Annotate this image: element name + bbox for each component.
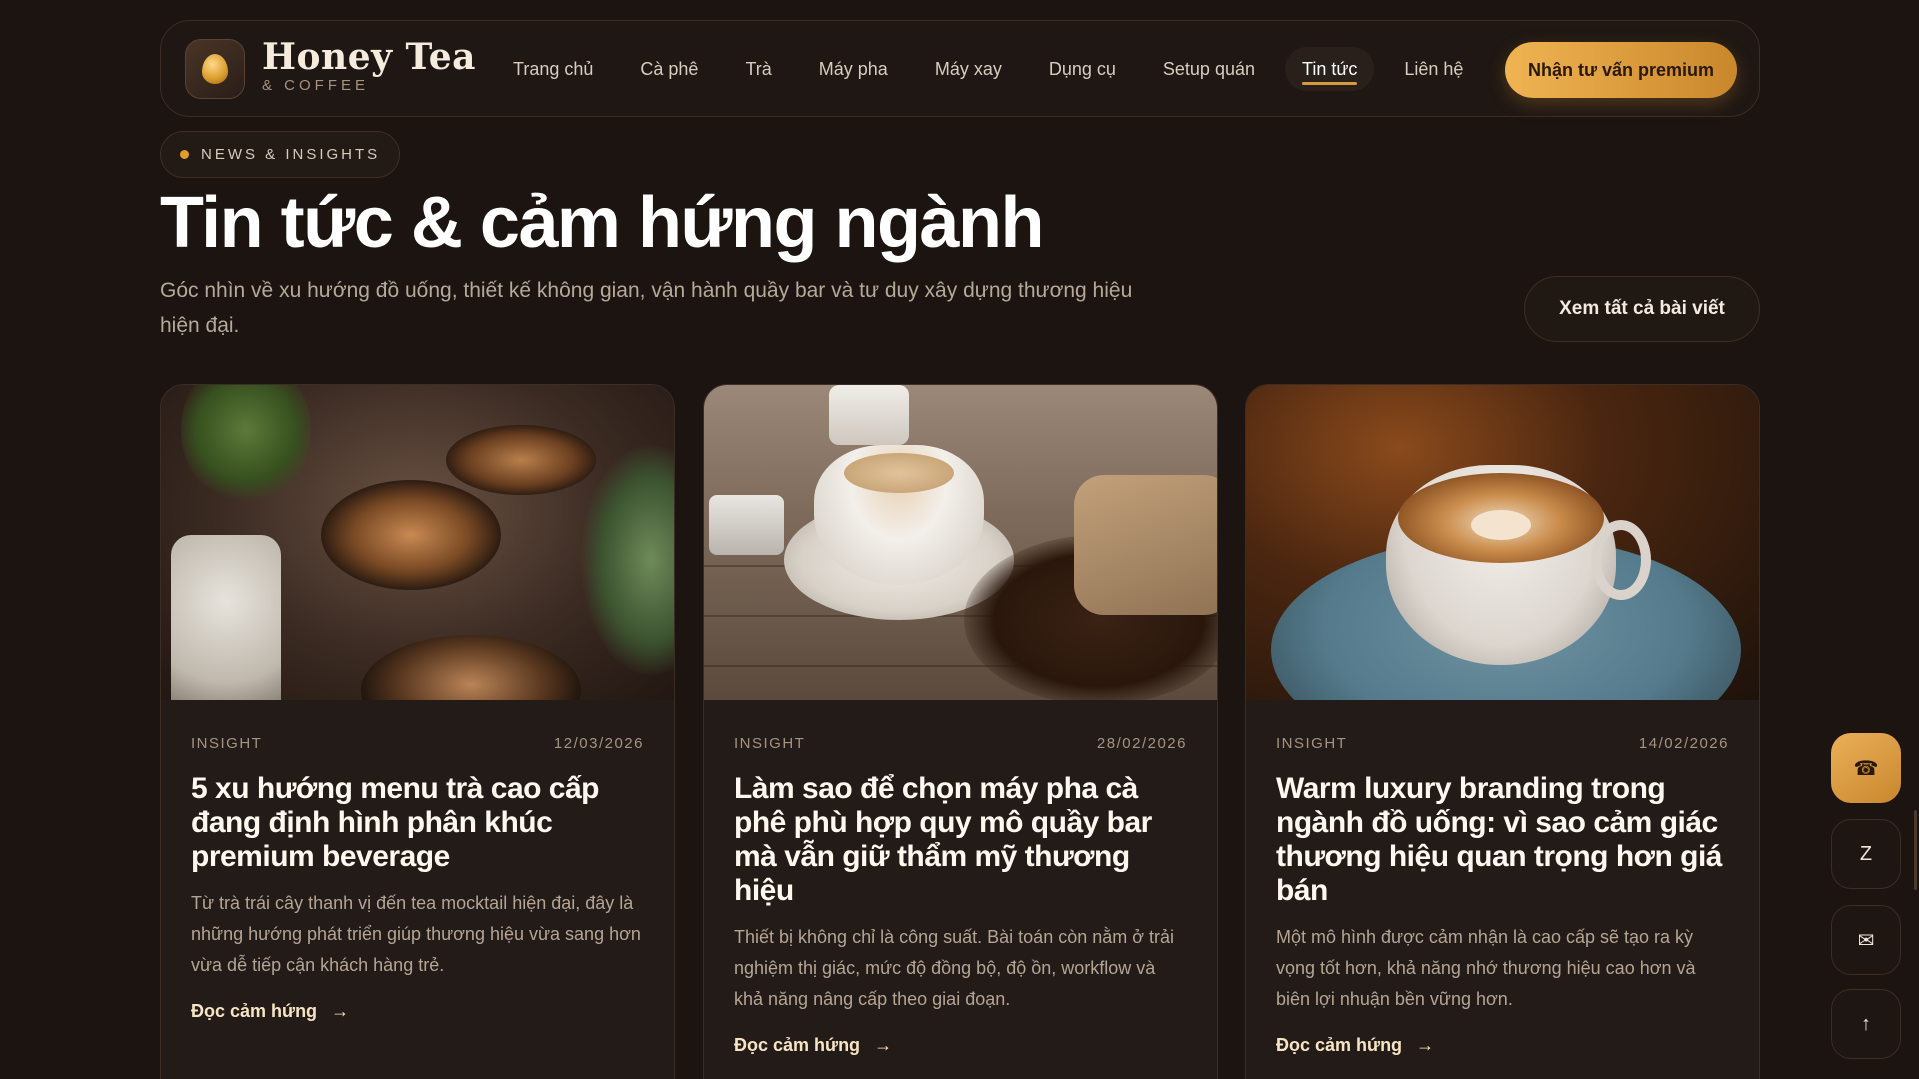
read-more-label: Đọc cảm hứng xyxy=(1276,1035,1403,1055)
pill-dot-icon xyxy=(180,150,189,159)
mail-icon: ✉ xyxy=(1857,929,1875,952)
article-category: INSIGHT xyxy=(734,735,806,752)
phone-button[interactable]: ☎ xyxy=(1831,733,1901,803)
nav-item-trang-chu[interactable]: Trang chủ xyxy=(496,47,610,91)
premium-consult-button[interactable]: Nhận tư vấn premium xyxy=(1505,42,1737,98)
nav-item-setup-quan[interactable]: Setup quán xyxy=(1146,47,1272,91)
scrollbar[interactable] xyxy=(1914,810,1917,890)
coffee-beans-photo[interactable] xyxy=(704,385,1217,700)
cappuccino-photo[interactable] xyxy=(1246,385,1759,700)
brand[interactable]: Honey Tea & COFFEE xyxy=(262,37,476,94)
arrow-right-icon: → xyxy=(874,1035,893,1055)
read-more-label: Đọc cảm hứng xyxy=(191,1001,318,1021)
article-title[interactable]: Warm luxury branding trong ngành đồ uống… xyxy=(1276,772,1729,908)
nav-item-ca-phe[interactable]: Cà phê xyxy=(623,47,715,91)
article-category: INSIGHT xyxy=(1276,735,1348,752)
page-title: Tin tức & cảm hứng ngành xyxy=(160,183,1044,263)
brand-name: Honey Tea xyxy=(262,36,476,78)
mail-button[interactable]: ✉ xyxy=(1831,905,1901,975)
zalo-button[interactable]: Z xyxy=(1831,819,1901,889)
article-category: INSIGHT xyxy=(191,735,263,752)
arrow-up-icon: ↑ xyxy=(1861,1012,1871,1035)
read-more-link[interactable]: Đọc cảm hứng → xyxy=(191,1001,349,1022)
page-subtitle: Góc nhìn về xu hướng đồ uống, thiết kế k… xyxy=(160,279,1133,337)
back-to-top-button[interactable]: ↑ xyxy=(1831,989,1901,1059)
article-date: 28/02/2026 xyxy=(1096,735,1187,752)
read-more-link[interactable]: Đọc cảm hứng → xyxy=(1276,1035,1434,1056)
article-meta: INSIGHT 12/03/2026 xyxy=(191,735,644,752)
article-body: INSIGHT 28/02/2026 Làm sao để chọn máy p… xyxy=(704,735,1217,1056)
section-pill: NEWS & INSIGHTS xyxy=(160,131,401,178)
main-menu: Trang chủ Cà phê Trà Máy pha Máy xay Dụn… xyxy=(496,47,1493,91)
article-card[interactable]: INSIGHT 12/03/2026 5 xu hướng menu trà c… xyxy=(160,384,675,1079)
article-body: INSIGHT 14/02/2026 Warm luxury branding … xyxy=(1246,735,1759,1056)
article-card[interactable]: INSIGHT 28/02/2026 Làm sao để chọn máy p… xyxy=(703,384,1218,1079)
arrow-right-icon: → xyxy=(1416,1035,1435,1055)
pill-label: NEWS & INSIGHTS xyxy=(201,146,381,163)
see-all-articles-button[interactable]: Xem tất cả bài viết xyxy=(1524,276,1760,342)
nav-item-may-pha[interactable]: Máy pha xyxy=(802,47,905,91)
read-more-link[interactable]: Đọc cảm hứng → xyxy=(734,1035,892,1056)
article-meta: INSIGHT 14/02/2026 xyxy=(1276,735,1729,752)
article-date: 14/02/2026 xyxy=(1638,735,1729,752)
latte-art-photo[interactable] xyxy=(161,385,674,700)
arrow-right-icon: → xyxy=(331,1001,350,1021)
honey-drop-icon xyxy=(202,54,228,84)
article-excerpt: Từ trà trái cây thanh vị đến tea mocktai… xyxy=(191,893,641,975)
zalo-icon: Z xyxy=(1859,842,1873,865)
logo-badge[interactable] xyxy=(185,39,245,99)
read-more-label: Đọc cảm hứng xyxy=(734,1035,861,1055)
article-body: INSIGHT 12/03/2026 5 xu hướng menu trà c… xyxy=(161,735,674,1022)
article-excerpt: Một mô hình được cảm nhận là cao cấp sẽ … xyxy=(1276,927,1696,1009)
article-title[interactable]: 5 xu hướng menu trà cao cấp đang định hì… xyxy=(191,772,644,874)
article-title[interactable]: Làm sao để chọn máy pha cà phê phù hợp q… xyxy=(734,772,1187,908)
nav-item-dung-cu[interactable]: Dụng cụ xyxy=(1032,47,1133,91)
top-navigation: Honey Tea & COFFEE Trang chủ Cà phê Trà … xyxy=(160,20,1760,117)
nav-item-may-xay[interactable]: Máy xay xyxy=(918,47,1019,91)
article-card[interactable]: INSIGHT 14/02/2026 Warm luxury branding … xyxy=(1245,384,1760,1079)
phone-icon: ☎ xyxy=(1853,757,1879,780)
nav-item-lien-he[interactable]: Liên hệ xyxy=(1387,47,1480,91)
article-date: 12/03/2026 xyxy=(553,735,644,752)
article-excerpt: Thiết bị không chỉ là công suất. Bài toá… xyxy=(734,927,1175,1009)
brand-subtitle: & COFFEE xyxy=(262,77,370,94)
article-meta: INSIGHT 28/02/2026 xyxy=(734,735,1187,752)
nav-item-tin-tuc[interactable]: Tin tức xyxy=(1285,47,1375,91)
nav-item-tra[interactable]: Trà xyxy=(728,47,788,91)
